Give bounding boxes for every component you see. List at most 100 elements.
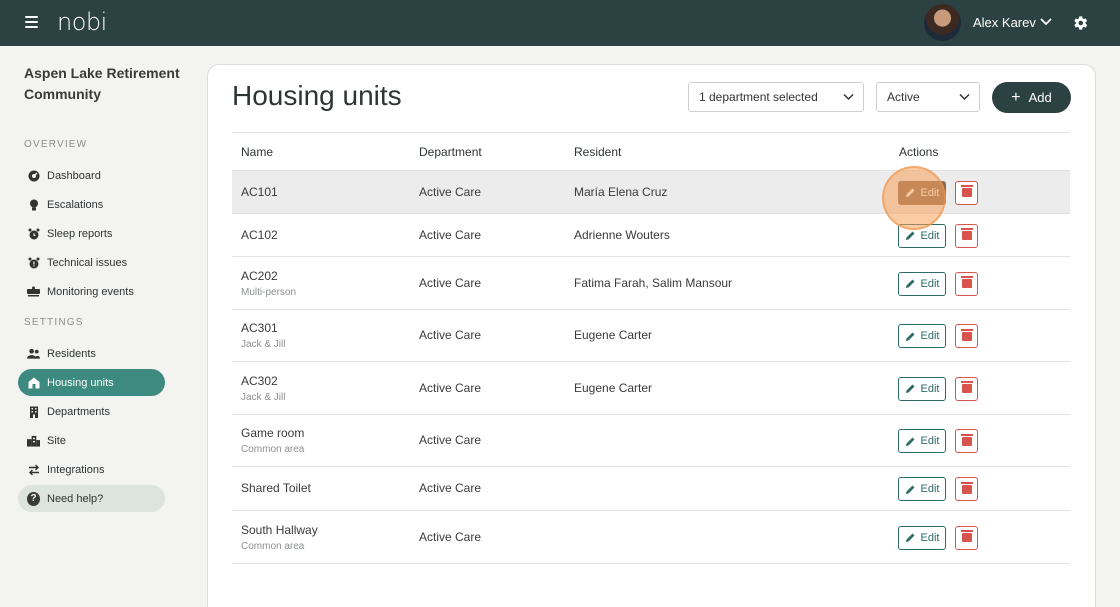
edit-button[interactable]: Edit <box>898 223 946 248</box>
sidebar-item-dashboard[interactable]: Dashboard <box>18 162 165 189</box>
unit-type: Common area <box>241 444 305 455</box>
department-cell: Active Care <box>419 380 482 395</box>
edit-button[interactable]: Edit <box>898 429 946 453</box>
table-row[interactable]: AC302 Jack & Jill Active Care Eugene Carter… <box>232 362 1070 415</box>
alarm-clock-icon <box>27 227 40 240</box>
table-row[interactable]: AC102 Active Care Adrienne Wouters Edit <box>232 214 1070 257</box>
department-filter-value: 1 department selected <box>699 90 818 104</box>
edit-button-label: Edit <box>920 186 940 199</box>
section-label-settings: SETTINGS <box>24 317 84 328</box>
table-top-divider <box>232 132 1070 133</box>
edit-button[interactable]: Edit <box>898 376 946 401</box>
archive-icon <box>960 185 973 197</box>
plus-icon: + <box>1011 88 1021 106</box>
sidebar-item-label: Site <box>47 434 66 447</box>
archive-icon <box>960 328 973 341</box>
archive-icon <box>960 433 973 446</box>
avatar[interactable] <box>924 4 961 41</box>
unit-name: AC302 <box>241 373 278 388</box>
archive-button[interactable] <box>955 180 978 205</box>
resident-cell: María Elena Cruz <box>574 184 668 199</box>
sidebar-item-escalations[interactable]: Escalations <box>18 191 165 218</box>
archive-button[interactable] <box>955 271 978 296</box>
building-icon <box>27 405 40 418</box>
sidebar-item-label: Housing units <box>47 376 114 389</box>
edit-button[interactable]: Edit <box>898 477 946 501</box>
edit-button[interactable]: Edit <box>898 271 946 296</box>
resident-cell: Eugene Carter <box>574 380 653 395</box>
table-row[interactable]: AC101 Active Care María Elena Cruz Edit <box>232 171 1070 214</box>
sidebar-item-integrations[interactable]: Integrations <box>18 456 165 483</box>
edit-button[interactable]: Edit <box>898 324 946 348</box>
chevron-down-icon[interactable] <box>1040 17 1052 27</box>
department-cell: Active Care <box>419 529 482 544</box>
table-row[interactable]: AC202 Multi-person Active Care Fatima Farah… <box>232 257 1070 310</box>
department-cell: Active Care <box>419 433 482 447</box>
unit-name: AC301 <box>241 321 278 335</box>
help-button[interactable]: ? Need help? <box>18 485 165 512</box>
archive-button[interactable] <box>955 477 978 501</box>
department-cell: Active Care <box>419 275 482 290</box>
unit-type: Common area <box>241 540 305 552</box>
edit-button-label: Edit <box>920 483 940 495</box>
sidebar-item-housing-units[interactable]: Housing units <box>18 369 165 396</box>
column-header-department: Department <box>419 145 482 159</box>
department-filter-select[interactable]: 1 department selected <box>688 82 864 112</box>
help-icon: ? <box>27 491 40 506</box>
chevron-down-icon <box>843 93 854 101</box>
unit-type: Jack & Jill <box>241 339 286 350</box>
archive-button[interactable] <box>955 376 978 401</box>
monitoring-icon <box>27 285 40 298</box>
archive-icon <box>960 481 973 494</box>
department-cell: Active Care <box>419 227 482 242</box>
pencil-icon <box>905 532 921 543</box>
house-icon <box>27 376 40 389</box>
sidebar-item-residents[interactable]: Residents <box>18 340 165 367</box>
sidebar-item-label: Departments <box>47 405 110 418</box>
archive-icon <box>960 530 973 542</box>
sidebar-item-monitoring-events[interactable]: Monitoring events <box>18 278 165 305</box>
sidebar-item-label: Sleep reports <box>47 227 113 240</box>
sidebar-item-label: Technical issues <box>47 256 128 269</box>
resident-cell: Eugene Carter <box>574 328 653 342</box>
city-icon <box>27 434 40 447</box>
table-row[interactable]: Game room Common area Active Care Edit <box>232 415 1070 467</box>
archive-button[interactable] <box>955 223 978 248</box>
add-button[interactable]: + Add <box>992 82 1071 113</box>
sidebar-item-label: Residents <box>47 347 96 360</box>
department-cell: Active Care <box>419 184 482 199</box>
arrows-icon <box>27 463 40 476</box>
page-title: Housing units <box>232 80 402 111</box>
unit-name: South Hallway <box>241 522 318 537</box>
edit-button[interactable]: Edit <box>898 525 946 550</box>
sidebar-item-departments[interactable]: Departments <box>18 398 165 425</box>
sidebar-item-sleep-reports[interactable]: Sleep reports <box>18 220 165 247</box>
sidebar-item-label: Monitoring events <box>47 285 134 298</box>
sidebar-item-site[interactable]: Site <box>18 427 165 454</box>
bulb-icon <box>27 198 40 211</box>
archive-button[interactable] <box>955 324 978 348</box>
archive-button[interactable] <box>955 429 978 453</box>
table-row[interactable]: South Hallway Common area Active Care Edit <box>232 511 1070 564</box>
table-row[interactable]: AC301 Jack & Jill Active Care Eugene Carter… <box>232 310 1070 362</box>
edit-button-label: Edit <box>920 277 940 290</box>
help-label: Need help? <box>47 492 104 505</box>
pencil-icon <box>905 383 921 394</box>
add-button-label: Add <box>1028 90 1052 105</box>
menu-icon[interactable] <box>25 16 38 28</box>
gear-icon[interactable] <box>1071 14 1089 32</box>
edit-button[interactable]: Edit <box>898 180 946 205</box>
status-filter-select[interactable]: Active <box>876 82 980 112</box>
pencil-icon <box>905 331 921 342</box>
app-logo[interactable]: nobi <box>57 8 107 36</box>
archive-icon <box>960 276 973 288</box>
unit-name: Game room <box>241 426 305 440</box>
archive-button[interactable] <box>955 525 978 550</box>
people-icon <box>27 347 40 360</box>
table-row[interactable]: Shared Toilet Active Care Edit <box>232 467 1070 511</box>
sidebar-item-technical-issues[interactable]: Technical issues <box>18 249 165 276</box>
pencil-icon <box>905 230 921 241</box>
department-cell: Active Care <box>419 328 482 342</box>
user-name[interactable]: Alex Karev <box>973 15 1036 30</box>
dashboard-icon <box>27 169 40 182</box>
